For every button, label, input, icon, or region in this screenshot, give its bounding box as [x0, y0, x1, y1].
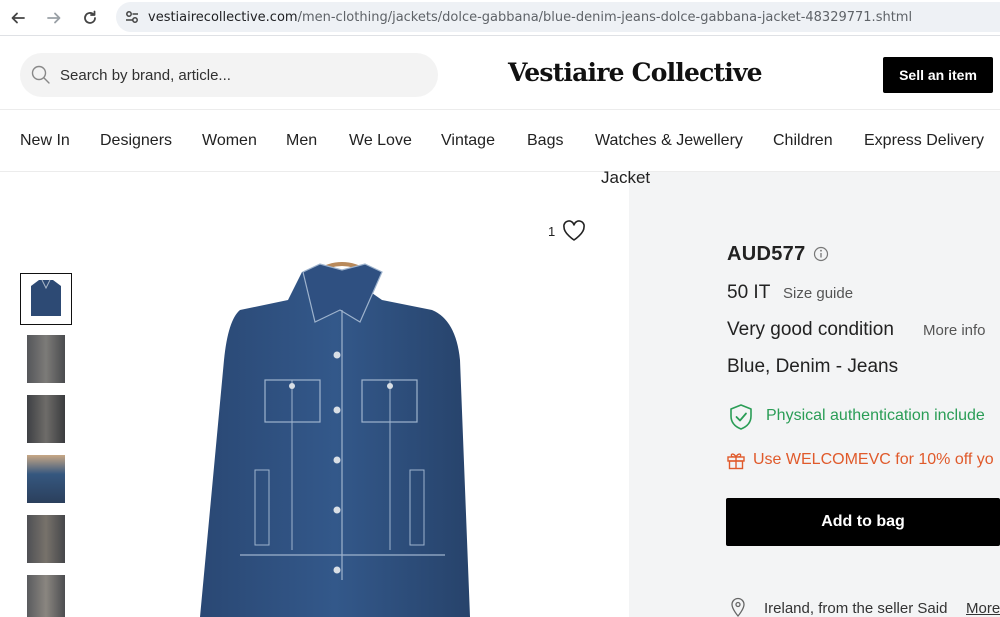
- category-nav: New In Designers Women Men We Love Vinta…: [0, 110, 1000, 172]
- thumbnail[interactable]: [20, 333, 72, 385]
- thumbnail-image: [27, 575, 65, 617]
- nav-we-love[interactable]: We Love: [349, 132, 412, 150]
- more-info-link[interactable]: More info: [923, 322, 986, 339]
- arrow-left-icon: [11, 12, 25, 23]
- thumbnail-image: [27, 335, 65, 383]
- seller-more-link[interactable]: More: [966, 600, 1000, 617]
- reload-button[interactable]: [72, 0, 108, 36]
- thumbnail[interactable]: [20, 453, 72, 505]
- browser-toolbar: vestiairecollective.com/men-clothing/jac…: [0, 0, 1000, 36]
- authentication-note: Physical authentication include: [766, 407, 985, 424]
- site-header: Vestiaire Collective Sell an item: [0, 40, 1000, 110]
- location-pin-icon: [731, 597, 745, 617]
- like-count: 1: [548, 224, 556, 239]
- gift-icon: [727, 453, 745, 470]
- nav-children[interactable]: Children: [773, 132, 833, 150]
- nav-express-delivery[interactable]: Express Delivery: [864, 132, 984, 150]
- seller-location: Ireland, from the seller Said: [764, 600, 948, 617]
- nav-men[interactable]: Men: [286, 132, 317, 150]
- nav-women[interactable]: Women: [202, 132, 257, 150]
- size-guide-link[interactable]: Size guide: [783, 285, 853, 302]
- thumbnail-image: [27, 455, 65, 503]
- info-icon[interactable]: [813, 246, 829, 262]
- site-logo[interactable]: Vestiaire Collective: [508, 58, 763, 87]
- tune-icon: [126, 11, 138, 23]
- thumbnail[interactable]: [20, 513, 72, 565]
- thumbnail[interactable]: [20, 393, 72, 445]
- thumbnail[interactable]: [20, 273, 72, 325]
- heart-icon[interactable]: [561, 218, 587, 244]
- add-to-bag-button[interactable]: Add to bag: [726, 498, 1000, 546]
- product-size: 50 IT: [727, 282, 771, 303]
- product-main-image: [200, 262, 470, 617]
- jacket-thumbnail-image: [31, 279, 61, 316]
- nav-watches-jewellery[interactable]: Watches & Jewellery: [595, 132, 743, 150]
- search-icon: [31, 65, 50, 84]
- product-title: Jacket: [601, 168, 651, 187]
- address-bar[interactable]: vestiairecollective.com/men-clothing/jac…: [116, 2, 1000, 32]
- url-domain: vestiairecollective.com: [148, 9, 298, 25]
- nav-designers[interactable]: Designers: [100, 132, 172, 150]
- shield-check-icon: [730, 404, 752, 430]
- search-input[interactable]: [60, 66, 400, 84]
- thumbnail-image: [27, 515, 65, 563]
- back-button[interactable]: [0, 0, 36, 36]
- arrow-right-icon: [47, 12, 61, 23]
- nav-new-in[interactable]: New In: [20, 132, 70, 150]
- reload-icon: [84, 10, 96, 24]
- sell-item-button[interactable]: Sell an item: [883, 57, 993, 93]
- url-text: vestiairecollective.com/men-clothing/jac…: [148, 10, 912, 25]
- nav-vintage[interactable]: Vintage: [441, 132, 495, 150]
- site-info-button[interactable]: [116, 2, 148, 32]
- nav-bags[interactable]: Bags: [527, 132, 563, 150]
- product-price: AUD577: [727, 243, 806, 265]
- product-condition: Very good condition: [727, 319, 894, 340]
- promo-code-note: Use WELCOMEVC for 10% off yo: [753, 451, 994, 468]
- url-path: /men-clothing/jackets/dolce-gabbana/blue…: [297, 9, 913, 25]
- product-info-panel: [629, 172, 1000, 617]
- product-material: Blue, Denim - Jeans: [727, 356, 899, 377]
- forward-button[interactable]: [36, 0, 72, 36]
- thumbnail[interactable]: [20, 573, 72, 617]
- thumbnail-image: [27, 395, 65, 443]
- search-bar[interactable]: [20, 53, 438, 97]
- page: vestiairecollective.com/men-clothing/jac…: [0, 0, 1000, 617]
